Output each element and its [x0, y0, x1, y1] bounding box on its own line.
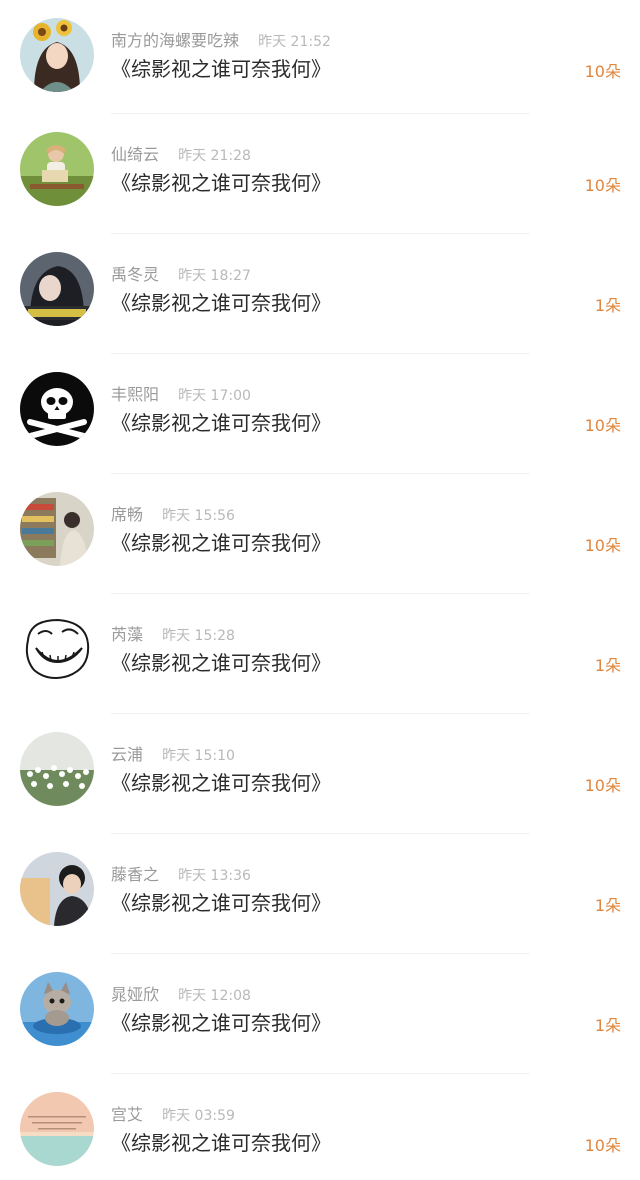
store-shelf-avatar — [20, 492, 94, 566]
user-name[interactable]: 席畅 — [111, 505, 143, 524]
book-title[interactable]: 《综影视之谁可奈我何》 — [111, 1010, 331, 1036]
user-name[interactable]: 禹冬灵 — [111, 265, 159, 284]
book-title[interactable]: 《综影视之谁可奈我何》 — [111, 770, 331, 796]
list-item[interactable]: 丰熙阳 昨天 17:00 《综影视之谁可奈我何》 10朵 — [0, 354, 640, 474]
meta-line: 仙绮云 昨天 21:28 — [111, 144, 251, 166]
meta-line: 禹冬灵 昨天 18:27 — [111, 264, 251, 286]
trollface-avatar — [20, 612, 94, 686]
book-title[interactable]: 《综影视之谁可奈我何》 — [111, 530, 331, 556]
flower-count: 1朵 — [594, 896, 621, 915]
avatar[interactable] — [20, 852, 94, 926]
user-name[interactable]: 仙绮云 — [111, 145, 159, 164]
list-item[interactable]: 藤香之 昨天 13:36 《综影视之谁可奈我何》 1朵 — [0, 834, 640, 954]
user-name[interactable]: 藤香之 — [111, 865, 159, 884]
sunset-text-avatar — [20, 1092, 94, 1166]
list-item[interactable]: 云浦 昨天 15:10 《综影视之谁可奈我何》 10朵 — [0, 714, 640, 834]
timestamp: 昨天 03:59 — [162, 1108, 235, 1124]
list-item[interactable]: 芮藻 昨天 15:28 《综影视之谁可奈我何》 1朵 — [0, 594, 640, 714]
kitten-avatar — [20, 972, 94, 1046]
timestamp: 昨天 21:28 — [178, 148, 251, 164]
user-name[interactable]: 宫艾 — [111, 1105, 143, 1124]
timestamp: 昨天 15:10 — [162, 748, 235, 764]
avatar[interactable] — [20, 972, 94, 1046]
gift-record-list: 南方的海螺要吃辣 昨天 21:52 《综影视之谁可奈我何》 10朵 仙绮云 昨天… — [0, 0, 640, 1180]
book-title[interactable]: 《综影视之谁可奈我何》 — [111, 890, 331, 916]
flower-count: 1朵 — [594, 296, 621, 315]
avatar[interactable] — [20, 732, 94, 806]
timestamp: 昨天 21:52 — [258, 34, 331, 50]
meta-line: 宫艾 昨天 03:59 — [111, 1104, 235, 1126]
timestamp: 昨天 13:36 — [178, 868, 251, 884]
list-item[interactable]: 南方的海螺要吃辣 昨天 21:52 《综影视之谁可奈我何》 10朵 — [0, 0, 640, 114]
list-item[interactable]: 宫艾 昨天 03:59 《综影视之谁可奈我何》 10朵 — [0, 1074, 640, 1180]
book-title[interactable]: 《综影视之谁可奈我何》 — [111, 290, 331, 316]
timestamp: 昨天 12:08 — [178, 988, 251, 1004]
flower-count: 10朵 — [584, 1136, 621, 1155]
meta-line: 丰熙阳 昨天 17:00 — [111, 384, 251, 406]
book-title[interactable]: 《综影视之谁可奈我何》 — [111, 650, 331, 676]
meta-line: 藤香之 昨天 13:36 — [111, 864, 251, 886]
timestamp: 昨天 17:00 — [178, 388, 251, 404]
user-name[interactable]: 芮藻 — [111, 625, 143, 644]
user-name[interactable]: 丰熙阳 — [111, 385, 159, 404]
list-item[interactable]: 仙绮云 昨天 21:28 《综影视之谁可奈我何》 10朵 — [0, 114, 640, 234]
flower-count: 10朵 — [584, 416, 621, 435]
user-name[interactable]: 云浦 — [111, 745, 143, 764]
user-name[interactable]: 南方的海螺要吃辣 — [111, 31, 239, 50]
list-item[interactable]: 席畅 昨天 15:56 《综影视之谁可奈我何》 10朵 — [0, 474, 640, 594]
timestamp: 昨天 15:28 — [162, 628, 235, 644]
avatar[interactable] — [20, 372, 94, 446]
girl-caption-avatar — [20, 252, 94, 326]
white-flowers-avatar — [20, 732, 94, 806]
flower-count: 10朵 — [584, 176, 621, 195]
list-item[interactable]: 晁娅欣 昨天 12:08 《综影视之谁可奈我何》 1朵 — [0, 954, 640, 1074]
flower-count: 10朵 — [584, 62, 621, 81]
avatar[interactable] — [20, 612, 94, 686]
avatar[interactable] — [20, 492, 94, 566]
flower-count: 10朵 — [584, 776, 621, 795]
flower-count: 1朵 — [594, 1016, 621, 1035]
timestamp: 昨天 18:27 — [178, 268, 251, 284]
skull-avatar — [20, 372, 94, 446]
avatar[interactable] — [20, 132, 94, 206]
meta-line: 南方的海螺要吃辣 昨天 21:52 — [111, 30, 331, 52]
boy-portrait-avatar — [20, 852, 94, 926]
flower-count: 1朵 — [594, 656, 621, 675]
list-item[interactable]: 禹冬灵 昨天 18:27 《综影视之谁可奈我何》 1朵 — [0, 234, 640, 354]
flower-count: 10朵 — [584, 536, 621, 555]
user-name[interactable]: 晁娅欣 — [111, 985, 159, 1004]
book-title[interactable]: 《综影视之谁可奈我何》 — [111, 1130, 331, 1156]
child-reading-avatar — [20, 132, 94, 206]
avatar[interactable] — [20, 252, 94, 326]
meta-line: 晁娅欣 昨天 12:08 — [111, 984, 251, 1006]
book-title[interactable]: 《综影视之谁可奈我何》 — [111, 170, 331, 196]
meta-line: 芮藻 昨天 15:28 — [111, 624, 235, 646]
meta-line: 席畅 昨天 15:56 — [111, 504, 235, 526]
avatar[interactable] — [20, 18, 94, 92]
meta-line: 云浦 昨天 15:10 — [111, 744, 235, 766]
girl-sunflower-avatar — [20, 18, 94, 92]
timestamp: 昨天 15:56 — [162, 508, 235, 524]
book-title[interactable]: 《综影视之谁可奈我何》 — [111, 56, 331, 82]
book-title[interactable]: 《综影视之谁可奈我何》 — [111, 410, 331, 436]
avatar[interactable] — [20, 1092, 94, 1166]
